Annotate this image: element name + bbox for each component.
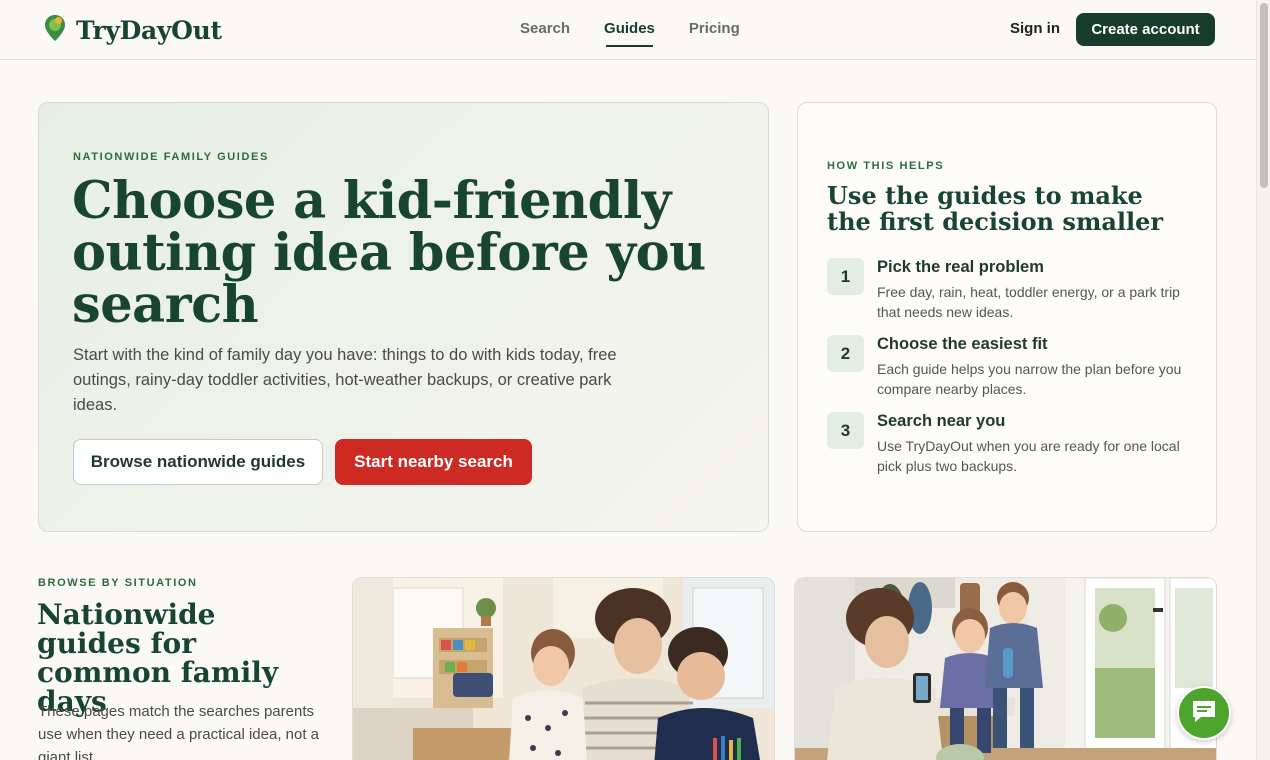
hero-title: Choose a kid-friendly outing idea before… — [72, 171, 706, 335]
nav-search[interactable]: Search — [520, 20, 570, 43]
hero-description: Start with the kind of family day you ha… — [73, 346, 617, 414]
main-nav: Search Guides Pricing — [520, 20, 740, 47]
hero-eyebrow: NATIONWIDE FAMILY GUIDES — [73, 151, 269, 163]
step-text: Free day, rain, heat, toddler energy, or… — [877, 284, 1180, 320]
guide-photo-indoor-activity[interactable] — [352, 577, 775, 760]
how-title: Use the guides to make the first decisio… — [827, 181, 1164, 236]
sign-in-link[interactable]: Sign in — [1010, 20, 1060, 37]
how-eyebrow: HOW THIS HELPS — [827, 160, 945, 172]
hero-card: NATIONWIDE FAMILY GUIDES Choose a kid-fr… — [38, 102, 769, 532]
step-title: Choose the easiest fit — [877, 335, 1048, 353]
step-text: Each guide helps you narrow the plan bef… — [877, 361, 1182, 397]
browse-description: These pages match the searches parents u… — [38, 703, 320, 760]
step-title: Pick the real problem — [877, 258, 1044, 276]
nav-guides[interactable]: Guides — [604, 20, 655, 47]
start-nearby-search-button[interactable]: Start nearby search — [335, 439, 532, 485]
scrollbar-thumb[interactable] — [1260, 3, 1268, 188]
map-pin-logo-icon — [44, 14, 66, 47]
brand-logo[interactable]: TryDayOut — [44, 14, 222, 46]
step-number-badge: 1 — [827, 258, 864, 295]
step-number-badge: 3 — [827, 412, 864, 449]
browse-guides-button[interactable]: Browse nationwide guides — [73, 439, 323, 485]
nav-pricing[interactable]: Pricing — [689, 20, 740, 43]
guide-photo-getting-ready[interactable] — [794, 577, 1217, 760]
step-number-badge: 2 — [827, 335, 864, 372]
browse-title: Nationwide guides for common family days — [37, 598, 279, 718]
create-account-button[interactable]: Create account — [1076, 13, 1215, 46]
step-text: Use TryDayOut when you are ready for one… — [877, 438, 1180, 474]
brand-name: TryDayOut — [76, 15, 222, 45]
site-header: TryDayOut Search Guides Pricing Sign in … — [0, 0, 1256, 60]
how-this-helps-card: HOW THIS HELPS Use the guides to make th… — [797, 102, 1217, 532]
page-scrollbar[interactable] — [1256, 0, 1270, 760]
step-title: Search near you — [877, 412, 1006, 430]
chat-widget-button[interactable] — [1177, 686, 1231, 740]
chat-bubble-icon — [1190, 698, 1218, 729]
browse-eyebrow: BROWSE BY SITUATION — [38, 577, 198, 589]
